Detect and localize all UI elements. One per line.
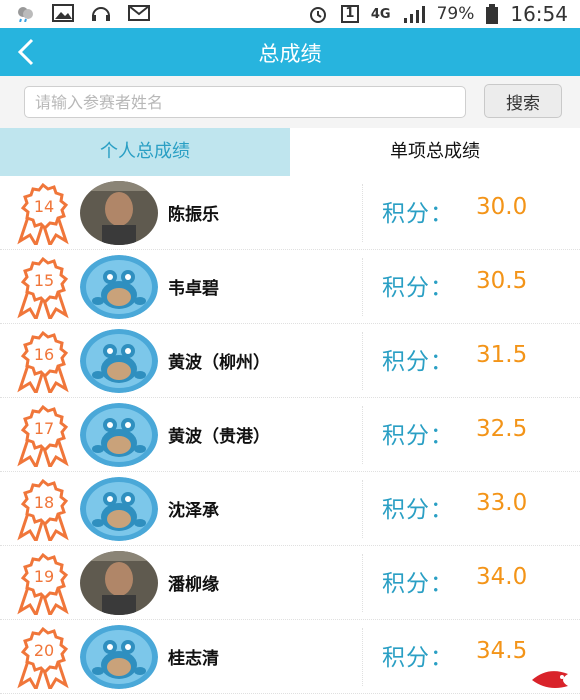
gallery-icon [52,4,74,22]
avatar [80,477,158,541]
row-divider [362,332,363,390]
default-frog-avatar-icon [80,255,158,319]
default-frog-avatar-icon [80,477,158,541]
rank-number: 16 [34,345,54,364]
rank-number: 20 [34,641,54,660]
list-item[interactable]: 18 沈泽承 积分： 33.0 [0,472,580,546]
score-label: 积分： [382,645,454,671]
row-divider [362,480,363,538]
alarm-icon [309,7,326,23]
battery-icon [486,4,499,24]
list-item[interactable]: 19 潘柳缘 积分： 34.0 [0,546,580,620]
search-input[interactable] [24,86,466,118]
tab-bar: 个人总成绩 单项总成绩 [0,128,580,176]
score-label: 积分： [382,423,454,449]
page-title: 总成绩 [258,42,322,66]
row-divider [362,554,363,612]
score-value: 32.5 [476,416,528,442]
tab-event-total[interactable]: 单项总成绩 [290,128,580,176]
rank-number: 14 [34,197,54,216]
default-frog-avatar-icon [80,329,158,393]
score-value: 34.0 [476,564,528,590]
row-divider [362,628,363,686]
list-item[interactable]: 15 韦卓碧 积分： 30.5 [0,250,580,324]
search-button[interactable]: 搜索 [484,84,562,118]
rank-number: 19 [34,567,54,586]
score-label: 积分： [382,497,454,523]
list-item[interactable]: 17 黄波（贵港） 积分： 32.5 [0,398,580,472]
score-label: 积分： [382,275,454,301]
battery-percent: 79% [436,4,475,24]
tab-individual-total[interactable]: 个人总成绩 [0,128,290,176]
rank-number: 18 [34,493,54,512]
avatar [80,181,158,245]
participant-name: 黄波（柳州） [168,353,270,373]
title-bar: 总成绩 [0,28,580,76]
avatar [80,329,158,393]
avatar [80,625,158,689]
row-divider [362,406,363,464]
rank-ribbon-icon: 15 [17,257,69,319]
score-value: 30.0 [476,194,528,220]
rank-number: 15 [34,271,54,290]
rank-ribbon-icon: 18 [17,479,69,541]
row-divider [362,184,363,242]
user-photo-icon [80,551,158,615]
score-value: 31.5 [476,342,528,368]
default-frog-avatar-icon [80,403,158,467]
rank-ribbon-icon: 16 [17,331,69,393]
row-divider [362,258,363,316]
score-label: 积分： [382,349,454,375]
participant-name: 桂志清 [168,649,219,669]
list-item[interactable]: 16 黄波（柳州） 积分： 31.5 [0,324,580,398]
participant-name: 潘柳缘 [168,575,219,595]
default-frog-avatar-icon [80,625,158,689]
avatar [80,403,158,467]
signal-icon [403,6,425,23]
rank-ribbon-icon: 20 [17,627,69,689]
headset-icon [92,7,110,21]
ranking-list: 14 陈振乐 积分： 30.0 15 韦卓碧 积分： 30.5 16 黄波（柳州） 积分： 31.5 1… [0,176,580,694]
rank-ribbon-icon: 19 [17,553,69,615]
participant-name: 黄波（贵港） [168,427,270,447]
list-item[interactable]: 20 桂志清 积分： 34.5 [0,620,580,694]
rank-ribbon-icon: 14 [17,183,69,245]
participant-name: 陈振乐 [168,205,219,225]
avatar [80,551,158,615]
score-value: 34.5 [476,638,528,664]
clock: 16:54 [510,2,568,26]
network-type: 4G [370,6,391,22]
score-value: 33.0 [476,490,528,516]
watermark-logo [532,671,568,688]
user-photo-icon [80,181,158,245]
score-label: 积分： [382,201,454,227]
rank-number: 17 [34,419,54,438]
weather-icon [18,7,33,22]
mail-icon [128,5,150,21]
participant-name: 沈泽承 [168,501,219,521]
status-bar: 1 4G 79% 16:54 [0,0,580,28]
search-bar: 搜索 [0,76,580,128]
participant-name: 韦卓碧 [168,279,219,299]
list-item[interactable]: 14 陈振乐 积分： 30.0 [0,176,580,250]
score-value: 30.5 [476,268,528,294]
rank-ribbon-icon: 17 [17,405,69,467]
score-label: 积分： [382,571,454,597]
sim-slot-badge: 1 [340,5,359,23]
avatar [80,255,158,319]
